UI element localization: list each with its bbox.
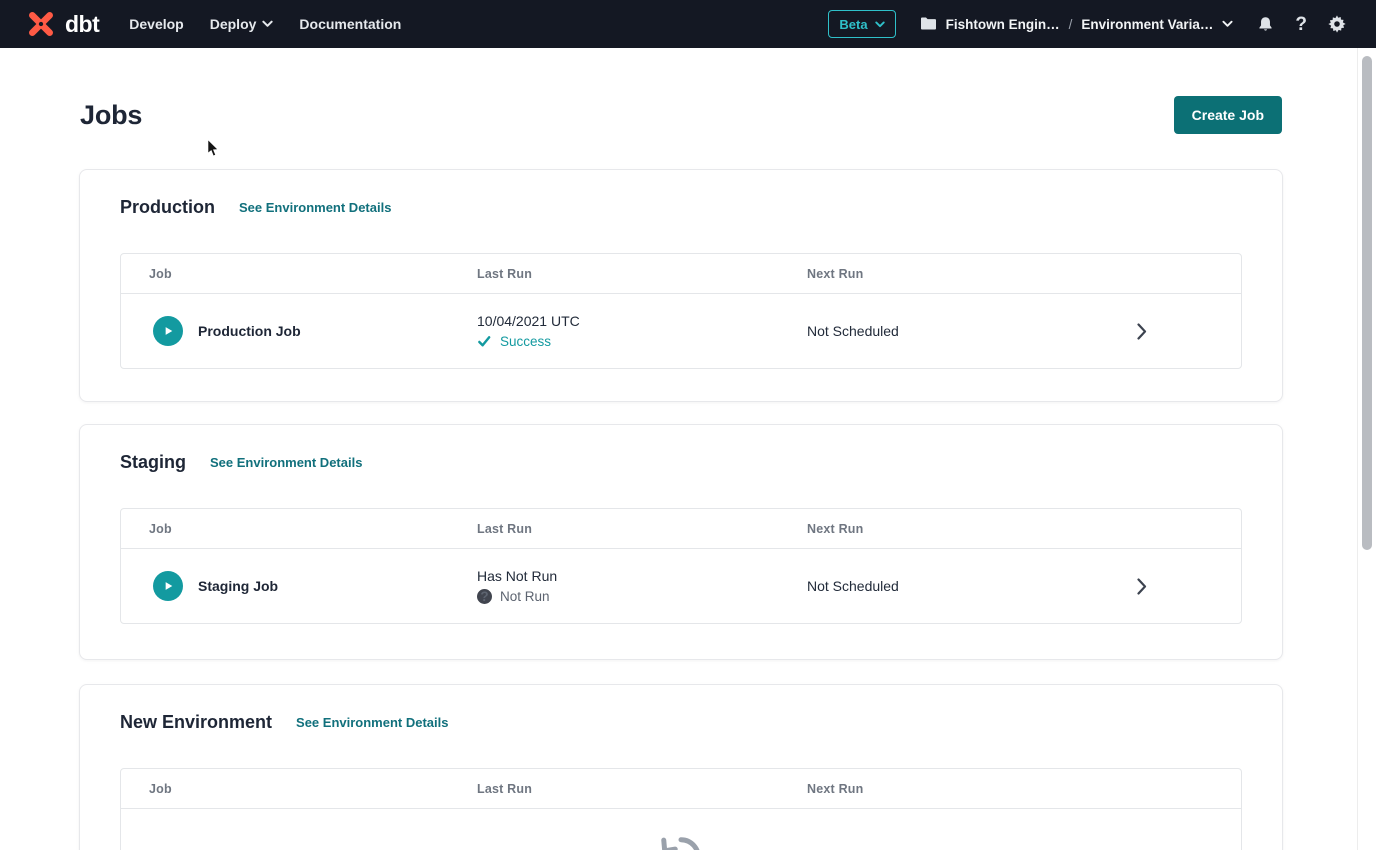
table-header: Job Last Run Next Run xyxy=(121,769,1241,809)
play-icon xyxy=(161,324,175,338)
nav-item-documentation[interactable]: Documentation xyxy=(299,16,401,32)
job-row[interactable]: Production Job 10/04/2021 UTC Success No… xyxy=(121,294,1241,368)
settings-gear-icon[interactable] xyxy=(1328,15,1346,33)
column-header-job: Job xyxy=(121,522,449,536)
see-environment-details-link[interactable]: See Environment Details xyxy=(210,455,362,470)
beta-dropdown-button[interactable]: Beta xyxy=(828,10,895,38)
last-run-date: Has Not Run xyxy=(477,568,779,584)
jobs-table: Job Last Run Next Run Production Job 10/… xyxy=(120,253,1242,369)
history-circle-arrow-icon xyxy=(658,834,704,850)
beta-label: Beta xyxy=(839,17,867,32)
top-nav: dbt Develop Deploy Documentation Beta xyxy=(0,0,1376,48)
column-header-next-run: Next Run xyxy=(779,782,1137,796)
run-job-play-button[interactable] xyxy=(153,571,183,601)
notifications-bell-icon[interactable] xyxy=(1257,16,1274,33)
mouse-cursor-icon xyxy=(206,138,222,164)
column-header-last-run: Last Run xyxy=(449,782,779,796)
environment-card-new-environment: New Environment See Environment Details … xyxy=(79,684,1283,850)
last-run-status: Success xyxy=(477,334,779,349)
chevron-down-icon[interactable] xyxy=(1222,20,1233,28)
environment-name: New Environment xyxy=(120,712,272,733)
last-run-status: ? Not Run xyxy=(477,589,779,604)
jobs-table: Job Last Run Next Run Staging Job Has No… xyxy=(120,508,1242,624)
column-header-next-run: Next Run xyxy=(779,522,1137,536)
column-header-last-run: Last Run xyxy=(449,267,779,281)
nav-item-deploy[interactable]: Deploy xyxy=(210,16,274,32)
nav-item-label: Documentation xyxy=(299,16,401,32)
breadcrumb-project[interactable]: Fishtown Engin… xyxy=(946,17,1060,32)
chevron-right-icon xyxy=(1137,323,1147,340)
table-header: Job Last Run Next Run xyxy=(121,254,1241,294)
project-breadcrumb[interactable]: Fishtown Engin… / Environment Varia… xyxy=(920,17,1234,32)
dbt-logo[interactable]: dbt xyxy=(24,7,99,41)
nav-item-label: Develop xyxy=(129,16,183,32)
chevron-right-icon xyxy=(1137,578,1147,595)
environment-card-production: Production See Environment Details Job L… xyxy=(79,169,1283,402)
vertical-scrollbar-thumb[interactable] xyxy=(1362,56,1372,550)
breadcrumb-page[interactable]: Environment Varia… xyxy=(1081,17,1213,32)
see-environment-details-link[interactable]: See Environment Details xyxy=(296,715,448,730)
question-circle-icon: ? xyxy=(477,589,492,604)
column-header-last-run: Last Run xyxy=(449,522,779,536)
table-header: Job Last Run Next Run xyxy=(121,509,1241,549)
nav-item-label: Deploy xyxy=(210,16,257,32)
check-icon xyxy=(477,334,492,349)
create-job-button[interactable]: Create Job xyxy=(1174,96,1282,134)
job-row[interactable]: Staging Job Has Not Run ? Not Run Not Sc… xyxy=(121,549,1241,623)
status-label: Success xyxy=(500,334,551,349)
folder-icon xyxy=(920,17,937,31)
empty-jobs-state xyxy=(121,809,1241,850)
chevron-down-icon xyxy=(262,20,273,28)
row-expand[interactable] xyxy=(1137,578,1241,595)
dbt-logo-icon xyxy=(24,7,58,41)
environment-card-staging: Staging See Environment Details Job Last… xyxy=(79,424,1283,660)
last-run-date: 10/04/2021 UTC xyxy=(477,313,779,329)
column-header-job: Job xyxy=(121,782,449,796)
environment-name: Production xyxy=(120,197,215,218)
job-name[interactable]: Staging Job xyxy=(198,578,278,594)
environment-name: Staging xyxy=(120,452,186,473)
help-icon[interactable]: ? xyxy=(1295,15,1307,34)
run-job-play-button[interactable] xyxy=(153,316,183,346)
breadcrumb-separator: / xyxy=(1069,17,1073,32)
brand-wordmark: dbt xyxy=(65,11,99,38)
nav-item-develop[interactable]: Develop xyxy=(129,16,183,32)
chevron-down-icon xyxy=(875,21,885,28)
play-icon xyxy=(161,579,175,593)
column-header-next-run: Next Run xyxy=(779,267,1137,281)
column-header-job: Job xyxy=(121,267,449,281)
vertical-scrollbar-track[interactable] xyxy=(1357,48,1376,850)
next-run-value: Not Scheduled xyxy=(779,323,1137,339)
row-expand[interactable] xyxy=(1137,323,1241,340)
next-run-value: Not Scheduled xyxy=(779,578,1137,594)
page-title: Jobs xyxy=(80,100,142,131)
status-label: Not Run xyxy=(500,589,550,604)
job-name[interactable]: Production Job xyxy=(198,323,301,339)
jobs-table: Job Last Run Next Run xyxy=(120,768,1242,850)
see-environment-details-link[interactable]: See Environment Details xyxy=(239,200,391,215)
